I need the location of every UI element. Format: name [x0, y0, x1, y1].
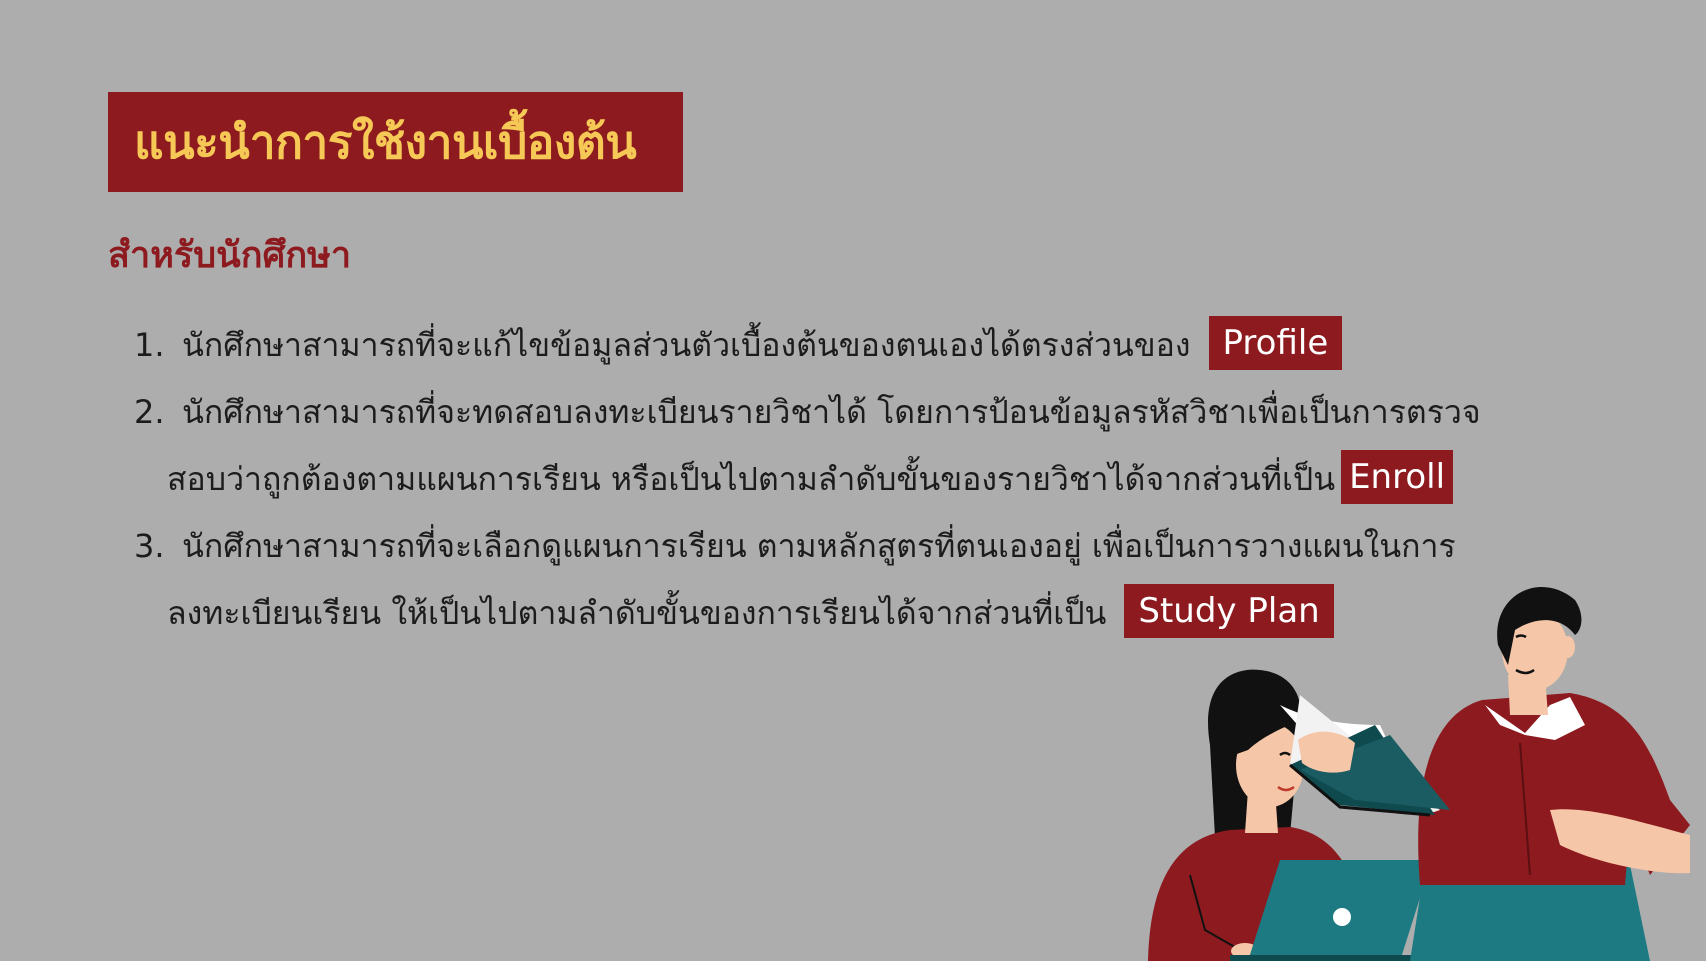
list-item-text: สอบว่าถูกต้องตามแผนการเรียน หรือเป็นไปตา… [167, 460, 1336, 498]
list-item-text: ลงทะเบียนเรียน ให้เป็นไปตามลำดับขั้นของก… [167, 594, 1107, 632]
list-item-enroll: 2. นักศึกษาสามารถที่จะทดสอบลงทะเบียนรายว… [134, 379, 1594, 513]
page-title: แนะนำการใช้งานเบื้องต้น [134, 114, 637, 169]
list-item-number: 3. [134, 527, 165, 565]
students-reading-illustration-icon [1148, 587, 1690, 961]
enroll-tag: Enroll [1341, 450, 1454, 504]
list-item-number: 2. [134, 393, 165, 431]
profile-tag: Profile [1208, 316, 1343, 370]
list-item-line: นักศึกษาสามารถที่จะเลือกดูแผนการเรียน ตา… [182, 527, 1456, 565]
list-item-line: นักศึกษาสามารถที่จะทดสอบลงทะเบียนรายวิชา… [182, 393, 1481, 431]
section-subtitle: สำหรับนักศึกษา [108, 235, 352, 276]
list-item-line: สอบว่าถูกต้องตามแผนการเรียน หรือเป็นไปตา… [167, 446, 1594, 513]
title-banner: แนะนำการใช้งานเบื้องต้น [108, 92, 683, 192]
list-item-number: 1. [134, 326, 165, 364]
list-item-line: นักศึกษาสามารถที่จะแก้ไขข้อมูลส่วนตัวเบื… [182, 312, 1594, 379]
man-figure [1410, 587, 1690, 961]
list-item-text: นักศึกษาสามารถที่จะแก้ไขข้อมูลส่วนตัวเบื… [182, 326, 1191, 364]
list-item-profile: 1. นักศึกษาสามารถที่จะแก้ไขข้อมูลส่วนตัว… [134, 312, 1594, 379]
